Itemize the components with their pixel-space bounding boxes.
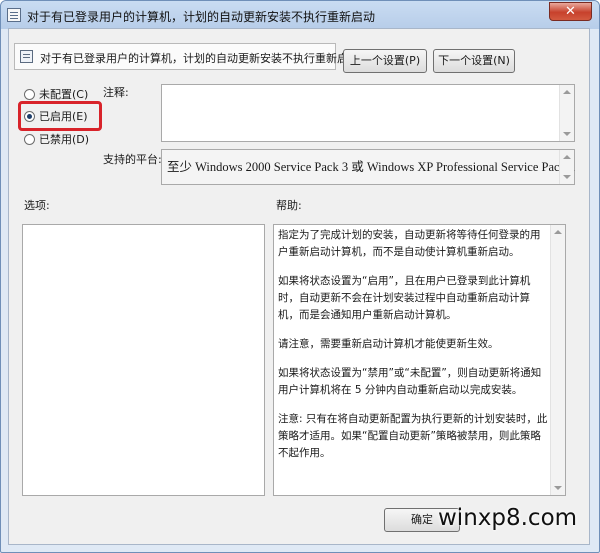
help-paragraph: 指定为了完成计划的安装，自动更新将等待任何登录的用户重新启动计算机，而不是自动使… [278,229,541,258]
platform-scroll-up-icon[interactable] [563,155,571,159]
help-scroll-down-icon[interactable] [554,486,562,490]
help-paragraph: 如果将状态设置为“启用”，且在用户已登录到此计算机时，自动更新不会在计划安装过程… [278,275,531,321]
comment-field[interactable] [161,84,575,142]
radio-disabled-label: 已禁用(D) [39,133,90,146]
help-paragraph: 如果将状态设置为“禁用”或“未配置”，则自动更新将通知用户计算机将在 5 分钟内… [278,367,542,396]
help-paragraph: 注意: 只有在将自动更新配置为执行更新的计划安装时，此策略才适用。如果“配置自动… [278,413,548,459]
help-paragraph: 请注意，需要重新启动计算机才能使更新生效。 [278,338,499,350]
policy-title: 对于有已登录用户的计算机，计划的自动更新安装不执行重新启动 [40,52,359,65]
radio-not-configured-label: 未配置(C) [39,88,89,101]
comment-label: 注释: [103,86,129,99]
policy-setting-icon [20,50,33,63]
help-text: 指定为了完成计划的安装，自动更新将等待任何登录的用户重新启动计算机，而不是自动使… [278,227,548,474]
title-bar[interactable]: 对于有已登录用户的计算机，计划的自动更新安装不执行重新启动 ✕ [1,1,599,29]
policy-app-icon [7,8,21,22]
site-watermark: winxp8.com [438,505,578,531]
radio-disabled-circle[interactable] [24,133,35,145]
previous-setting-button[interactable]: 上一个设置(P) [343,49,427,73]
help-scroll-up-icon[interactable] [554,230,562,234]
scroll-down-icon[interactable] [563,132,571,136]
help-scrollbar[interactable] [550,225,565,495]
platform-field: 至少 Windows 2000 Service Pack 3 或 Windows… [161,149,575,185]
platform-label: 支持的平台: [103,153,162,166]
scroll-up-icon[interactable] [563,90,571,94]
next-setting-button[interactable]: 下一个设置(N) [433,49,515,73]
comment-scrollbar[interactable] [559,85,574,141]
options-panel [22,224,265,496]
options-label: 选项: [24,199,50,212]
platform-scroll-down-icon[interactable] [563,175,571,179]
platform-value: 至少 Windows 2000 Service Pack 3 或 Windows… [167,160,576,174]
help-label: 帮助: [276,199,302,212]
radio-not-configured-circle[interactable] [24,88,35,100]
platform-scrollbar[interactable] [559,150,574,184]
enabled-highlight-box [18,101,102,131]
window-title: 对于有已登录用户的计算机，计划的自动更新安装不执行重新启动 [27,10,376,24]
help-panel: 指定为了完成计划的安装，自动更新将等待任何登录的用户重新启动计算机，而不是自动使… [273,224,566,496]
policy-header: 对于有已登录用户的计算机，计划的自动更新安装不执行重新启动 [14,43,359,70]
close-button[interactable]: ✕ [549,2,592,21]
radio-disabled[interactable]: 已禁用(D) [24,131,89,149]
